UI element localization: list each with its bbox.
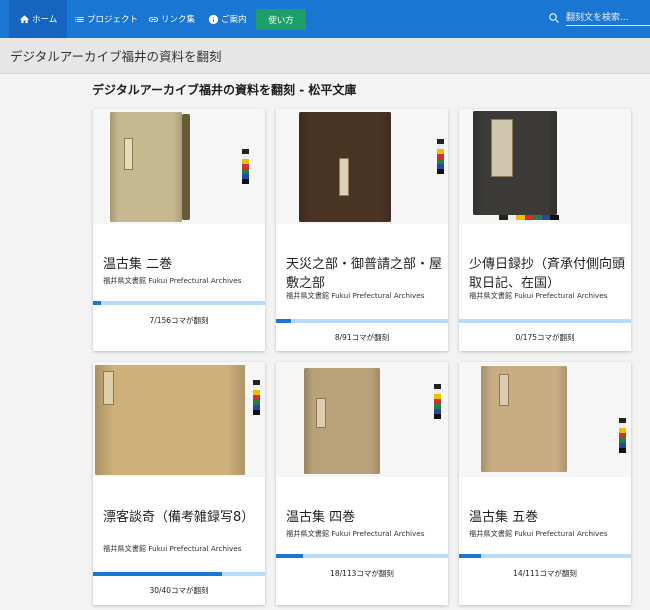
book-photo (459, 109, 631, 224)
card-title[interactable]: 温古集 二巻 (103, 255, 261, 274)
progress-bar (93, 301, 265, 305)
title-slip (316, 398, 326, 428)
book-photo (93, 362, 265, 477)
card-archive-2[interactable]: 天災之部・御普請之部・屋敷之部 福井県文書館 Fukui Prefectural… (276, 109, 448, 351)
color-scale (242, 149, 249, 184)
card-title[interactable]: 天災之部・御普請之部・屋敷之部 (286, 255, 444, 293)
title-slip (499, 374, 509, 406)
progress-fill (93, 301, 101, 305)
nav-links-label: リンク集 (161, 15, 196, 25)
home-icon (19, 14, 30, 23)
book-cover (481, 366, 567, 472)
progress-bar (459, 319, 631, 323)
card-organization: 福井県文書館 Fukui Prefectural Archives (469, 529, 608, 538)
book-cover (110, 112, 182, 222)
card-archive-4[interactable]: 漂客談奇（備考雑録写8） 福井県文書館 Fukui Prefectural Ar… (93, 362, 265, 605)
card-organization: 福井県文書館 Fukui Prefectural Archives (103, 276, 242, 285)
nav-projects[interactable]: プロジェクト (74, 0, 138, 38)
nav-links[interactable]: リンク集 (148, 0, 195, 38)
progress-fill (276, 319, 292, 323)
list-icon (75, 16, 84, 22)
progress-text: 8/91コマが翻刻 (334, 333, 390, 342)
book-cover (299, 112, 391, 222)
page-subtitle: デジタルアーカイブ福井の資料を翻刻 - 松平文庫 (92, 83, 357, 97)
progress-bar (93, 572, 265, 576)
title-slip (124, 138, 133, 170)
progress-bar (276, 319, 448, 323)
nav-home-label: ホーム (32, 15, 58, 25)
search-icon[interactable] (548, 12, 560, 24)
info-icon (208, 14, 219, 24)
nav-info[interactable]: ご案内 (208, 0, 247, 38)
search-bar (548, 8, 650, 28)
guide-button[interactable]: 使い方 (256, 9, 306, 30)
color-scale (253, 380, 260, 415)
color-scale (619, 418, 626, 453)
color-scale (434, 384, 441, 419)
card-organization: 福井県文書館 Fukui Prefectural Archives (103, 544, 242, 553)
title-slip (491, 119, 513, 177)
book-cover (95, 365, 245, 475)
book-cover (473, 111, 557, 215)
card-title[interactable]: 温古集 四巻 (286, 508, 444, 527)
card-title[interactable]: 漂客談奇（備考雑録写8） (103, 508, 261, 527)
title-slip (339, 158, 349, 196)
progress-fill (276, 554, 304, 558)
card-title[interactable]: 少傳日録抄（斉承付側向頭取日記、在国） (469, 255, 627, 293)
card-organization: 福井県文書館 Fukui Prefectural Archives (469, 291, 608, 300)
nav-home[interactable]: ホーム (9, 0, 68, 38)
color-scale (499, 215, 560, 220)
progress-bar (276, 554, 448, 558)
search-input[interactable] (566, 10, 650, 26)
book-photo (276, 109, 448, 224)
top-navbar: ホーム プロジェクト リンク集 ご案内 使い方 (0, 0, 650, 38)
book-photo (93, 109, 265, 224)
progress-text: 14/111コマが翻刻 (513, 569, 577, 578)
card-organization: 福井県文書館 Fukui Prefectural Archives (286, 291, 425, 300)
card-archive-3[interactable]: 少傳日録抄（斉承付側向頭取日記、在国） 福井県文書館 Fukui Prefect… (459, 109, 631, 351)
card-archive-6[interactable]: 温古集 五巻 福井県文書館 Fukui Prefectural Archives… (459, 362, 631, 605)
progress-text: 7/156コマが翻刻 (149, 316, 209, 325)
progress-text: 0/175コマが翻刻 (515, 333, 575, 342)
progress-text: 18/113コマが翻刻 (330, 569, 394, 578)
link-icon (148, 16, 159, 22)
book-photo (276, 362, 448, 477)
card-title[interactable]: 温古集 五巻 (469, 508, 627, 527)
title-slip (103, 371, 114, 405)
progress-fill (93, 572, 222, 576)
page-header: デジタルアーカイブ福井の資料を翻刻 (0, 38, 650, 74)
nav-info-label: ご案内 (221, 15, 247, 25)
book-spine (182, 114, 190, 220)
card-organization: 福井県文書館 Fukui Prefectural Archives (286, 529, 425, 538)
nav-projects-label: プロジェクト (87, 15, 139, 25)
progress-fill (459, 554, 481, 558)
book-photo (459, 362, 631, 477)
progress-text: 30/40コマが翻刻 (149, 586, 209, 595)
card-archive-5[interactable]: 温古集 四巻 福井県文書館 Fukui Prefectural Archives… (276, 362, 448, 605)
progress-bar (459, 554, 631, 558)
card-archive-1[interactable]: 温古集 二巻 福井県文書館 Fukui Prefectural Archives… (93, 109, 265, 351)
color-scale (437, 139, 444, 174)
book-cover (304, 368, 380, 474)
